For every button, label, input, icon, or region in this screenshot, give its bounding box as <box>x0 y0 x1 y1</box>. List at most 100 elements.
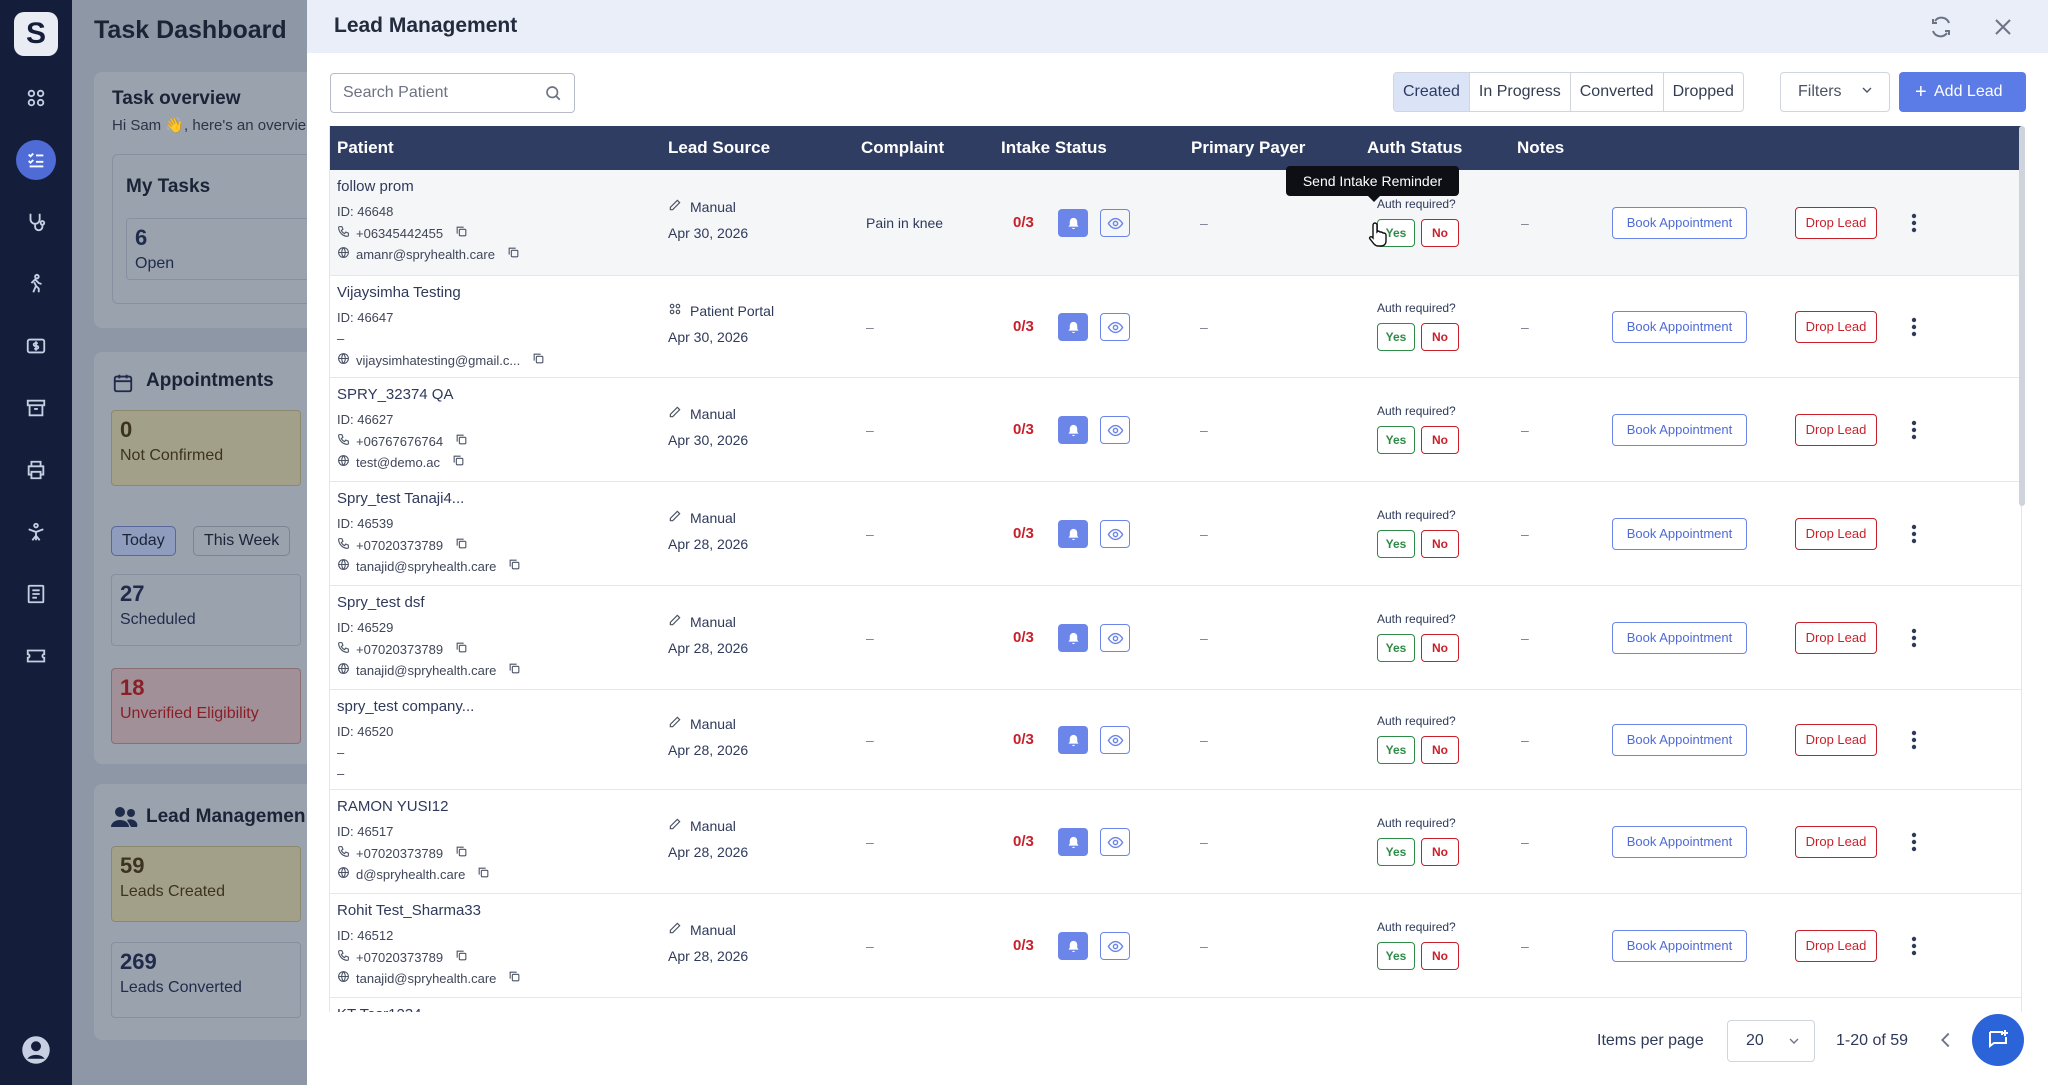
send-reminder-button[interactable] <box>1058 416 1088 444</box>
more-options-icon[interactable] <box>1904 935 1924 957</box>
auth-no-button[interactable]: No <box>1421 219 1459 247</box>
send-reminder-button[interactable] <box>1058 209 1088 237</box>
table-row[interactable]: follow prom ID: 46648 +06345442455 amanr@sp… <box>330 170 2021 276</box>
table-row[interactable]: KT Tesr1234 <box>330 998 2021 1012</box>
patient-name[interactable]: follow prom <box>337 178 414 195</box>
send-reminder-button[interactable] <box>1058 828 1088 856</box>
drop-lead-button[interactable]: Drop Lead <box>1795 414 1877 446</box>
table-row[interactable]: Spry_test Tanaji4... ID: 46539 +0702037378… <box>330 482 2021 586</box>
tab-in-progress[interactable]: In Progress <box>1468 73 1570 111</box>
auth-yes-button[interactable]: Yes <box>1377 942 1415 970</box>
auth-yes-button[interactable]: Yes <box>1377 634 1415 662</box>
auth-no-button[interactable]: No <box>1421 323 1459 351</box>
auth-no-button[interactable]: No <box>1421 942 1459 970</box>
items-per-page-select[interactable]: 20 <box>1727 1020 1815 1062</box>
table-row[interactable]: spry_test company... ID: 46520 – – Manual Apr… <box>330 690 2021 790</box>
drop-lead-button[interactable]: Drop Lead <box>1795 207 1877 239</box>
auth-yes-button[interactable]: Yes <box>1377 530 1415 558</box>
book-appointment-button[interactable]: Book Appointment <box>1612 930 1747 962</box>
more-options-icon[interactable] <box>1904 729 1924 751</box>
auth-no-button[interactable]: No <box>1421 838 1459 866</box>
more-options-icon[interactable] <box>1904 316 1924 338</box>
patient-name[interactable]: RAMON YUSI12 <box>337 798 448 815</box>
auth-no-button[interactable]: No <box>1421 634 1459 662</box>
auth-no-button[interactable]: No <box>1421 736 1459 764</box>
billing-icon[interactable] <box>16 326 56 366</box>
drop-lead-button[interactable]: Drop Lead <box>1795 622 1877 654</box>
table-row[interactable]: Spry_test dsf ID: 46529 +07020373789 tanaji… <box>330 586 2021 690</box>
printer-icon[interactable] <box>16 450 56 490</box>
book-appointment-button[interactable]: Book Appointment <box>1612 622 1747 654</box>
tasks-icon[interactable] <box>16 140 56 180</box>
view-intake-button[interactable] <box>1100 209 1130 237</box>
filters-dropdown[interactable]: Filters <box>1780 72 1890 112</box>
stethoscope-icon[interactable] <box>16 202 56 242</box>
col-intake-status[interactable]: Intake Status <box>1001 138 1107 158</box>
book-appointment-button[interactable]: Book Appointment <box>1612 207 1747 239</box>
auth-no-button[interactable]: No <box>1421 530 1459 558</box>
unverified-eligibility-stat[interactable]: 18 Unverified Eligibility <box>111 668 301 744</box>
patient-name[interactable]: spry_test company... <box>337 698 474 715</box>
table-row[interactable]: Rohit Test_Sharma33 ID: 46512 +07020373789… <box>330 894 2021 998</box>
view-intake-button[interactable] <box>1100 520 1130 548</box>
view-intake-button[interactable] <box>1100 624 1130 652</box>
table-row[interactable]: Vijaysimha Testing ID: 46647– vijaysimhate… <box>330 276 2021 378</box>
book-appointment-button[interactable]: Book Appointment <box>1612 414 1747 446</box>
col-auth-status[interactable]: Auth Status <box>1367 138 1462 158</box>
copy-icon[interactable] <box>471 866 490 882</box>
ticket-icon[interactable] <box>16 636 56 676</box>
copy-icon[interactable] <box>502 558 521 574</box>
table-row[interactable]: SPRY_32374 QA ID: 46627 +06767676764 test@d… <box>330 378 2021 482</box>
copy-icon[interactable] <box>449 845 468 861</box>
send-reminder-button[interactable] <box>1058 313 1088 341</box>
col-patient[interactable]: Patient <box>337 138 394 158</box>
close-icon[interactable] <box>1991 15 2015 39</box>
patient-name[interactable]: Spry_test dsf <box>337 594 425 611</box>
refresh-icon[interactable] <box>1929 15 1953 39</box>
auth-no-button[interactable]: No <box>1421 426 1459 454</box>
copy-icon[interactable] <box>449 949 468 965</box>
open-tasks-stat[interactable]: 6 Open <box>126 218 316 280</box>
patient-name[interactable]: Rohit Test_Sharma33 <box>337 902 481 919</box>
auth-yes-button[interactable]: Yes <box>1377 838 1415 866</box>
copy-icon[interactable] <box>446 454 465 470</box>
copy-icon[interactable] <box>449 225 468 241</box>
book-appointment-button[interactable]: Book Appointment <box>1612 311 1747 343</box>
col-complaint[interactable]: Complaint <box>861 138 944 158</box>
patient-name[interactable]: Vijaysimha Testing <box>337 284 461 301</box>
book-appointment-button[interactable]: Book Appointment <box>1612 518 1747 550</box>
drop-lead-button[interactable]: Drop Lead <box>1795 311 1877 343</box>
search-icon[interactable] <box>544 84 562 102</box>
drop-lead-button[interactable]: Drop Lead <box>1795 930 1877 962</box>
copy-icon[interactable] <box>449 641 468 657</box>
drop-lead-button[interactable]: Drop Lead <box>1795 518 1877 550</box>
walking-icon[interactable] <box>16 264 56 304</box>
book-appointment-button[interactable]: Book Appointment <box>1612 724 1747 756</box>
view-intake-button[interactable] <box>1100 313 1130 341</box>
dashboard-icon[interactable] <box>16 78 56 118</box>
copy-icon[interactable] <box>449 537 468 553</box>
therapy-icon[interactable] <box>16 512 56 552</box>
document-icon[interactable] <box>16 574 56 614</box>
copy-icon[interactable] <box>502 662 521 678</box>
col-lead-source[interactable]: Lead Source <box>668 138 770 158</box>
not-confirmed-stat[interactable]: 0 Not Confirmed <box>111 410 301 486</box>
view-intake-button[interactable] <box>1100 416 1130 444</box>
book-appointment-button[interactable]: Book Appointment <box>1612 826 1747 858</box>
tab-dropped[interactable]: Dropped <box>1662 73 1743 111</box>
leads-converted-stat[interactable]: 269 Leads Converted <box>111 942 301 1018</box>
chevron-left-icon[interactable] <box>1935 1029 1957 1051</box>
archive-icon[interactable] <box>16 388 56 428</box>
more-options-icon[interactable] <box>1904 419 1924 441</box>
copy-icon[interactable] <box>501 246 520 262</box>
more-options-icon[interactable] <box>1904 627 1924 649</box>
more-options-icon[interactable] <box>1904 831 1924 853</box>
chip-today[interactable]: Today <box>111 526 176 556</box>
copy-icon[interactable] <box>526 352 545 368</box>
more-options-icon[interactable] <box>1904 523 1924 545</box>
more-options-icon[interactable] <box>1904 212 1924 234</box>
auth-yes-button[interactable]: Yes <box>1377 323 1415 351</box>
chat-support-button[interactable] <box>1972 1014 2024 1066</box>
tab-created[interactable]: Created <box>1394 73 1469 111</box>
send-reminder-button[interactable] <box>1058 932 1088 960</box>
